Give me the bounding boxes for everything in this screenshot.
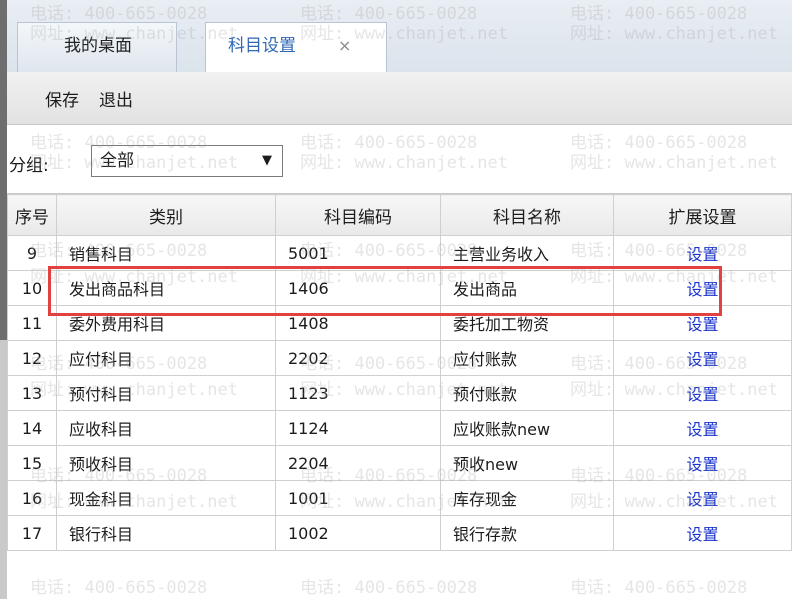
tab-my-desktop[interactable]: 我的桌面	[17, 22, 177, 72]
table-row[interactable]: 14 应收科目 1124 应收账款new 设置	[7, 410, 792, 446]
group-select[interactable]: 全部 ▼	[91, 145, 283, 177]
row-seq: 13	[7, 375, 57, 411]
row-code: 1002	[275, 515, 441, 551]
settings-link[interactable]: 设置	[686, 385, 718, 404]
app-window: 我的桌面 科目设置 × 保存 退出 分组: 全部 ▼ 序号 类别 科目编码 科目…	[0, 0, 792, 599]
row-name: 预付账款	[440, 375, 614, 411]
settings-link[interactable]: 设置	[686, 245, 718, 264]
settings-link[interactable]: 设置	[686, 525, 718, 544]
row-name: 委托加工物资	[440, 305, 614, 341]
table-row[interactable]: 10 发出商品科目 1406 发出商品 设置	[7, 270, 792, 306]
row-code: 1123	[275, 375, 441, 411]
row-seq: 12	[7, 340, 57, 376]
tab-account-settings-label: 科目设置	[228, 36, 296, 56]
row-code: 1408	[275, 305, 441, 341]
row-name: 发出商品	[440, 270, 614, 306]
watermark-phone: 电话: 400-665-0028	[300, 578, 478, 598]
row-category: 委外费用科目	[56, 305, 276, 341]
tab-bar: 我的桌面 科目设置 ×	[7, 0, 792, 72]
account-settings-table: 序号 类别 科目编码 科目名称 扩展设置 9 销售科目 5001 主营业务收入 …	[7, 194, 792, 551]
exit-button[interactable]: 退出	[99, 86, 133, 111]
row-seq: 14	[7, 410, 57, 446]
tab-my-desktop-label: 我的桌面	[64, 36, 132, 56]
row-extension: 设置	[613, 515, 792, 551]
header-extension: 扩展设置	[613, 194, 792, 236]
row-category: 应收科目	[56, 410, 276, 446]
table-row[interactable]: 13 预付科目 1123 预付账款 设置	[7, 375, 792, 411]
save-button[interactable]: 保存	[45, 86, 79, 111]
row-seq: 10	[7, 270, 57, 306]
row-category: 应付科目	[56, 340, 276, 376]
row-code: 2204	[275, 445, 441, 481]
row-code: 1406	[275, 270, 441, 306]
row-code: 5001	[275, 235, 441, 271]
table-row[interactable]: 9 销售科目 5001 主营业务收入 设置	[7, 235, 792, 271]
settings-link[interactable]: 设置	[686, 315, 718, 334]
toolbar: 保存 退出	[7, 72, 792, 125]
row-category: 现金科目	[56, 480, 276, 516]
row-extension: 设置	[613, 480, 792, 516]
tab-account-settings[interactable]: 科目设置 ×	[205, 22, 387, 72]
chevron-down-icon: ▼	[262, 153, 272, 168]
header-seq: 序号	[7, 194, 57, 236]
row-seq: 17	[7, 515, 57, 551]
row-code: 2202	[275, 340, 441, 376]
row-name: 主营业务收入	[440, 235, 614, 271]
table-row[interactable]: 12 应付科目 2202 应付账款 设置	[7, 340, 792, 376]
table-row[interactable]: 11 委外费用科目 1408 委托加工物资 设置	[7, 305, 792, 341]
row-code: 1001	[275, 480, 441, 516]
watermark-phone: 电话: 400-665-0028	[570, 578, 748, 598]
table-row[interactable]: 15 预收科目 2204 预收new 设置	[7, 445, 792, 481]
row-name: 库存现金	[440, 480, 614, 516]
row-seq: 11	[7, 305, 57, 341]
row-name: 应收账款new	[440, 410, 614, 446]
row-category: 销售科目	[56, 235, 276, 271]
header-code: 科目编码	[275, 194, 441, 236]
row-code: 1124	[275, 410, 441, 446]
settings-link[interactable]: 设置	[686, 280, 718, 299]
settings-link[interactable]: 设置	[686, 490, 718, 509]
row-category: 发出商品科目	[56, 270, 276, 306]
group-filter-row: 分组: 全部 ▼	[7, 125, 792, 194]
row-extension: 设置	[613, 305, 792, 341]
row-extension: 设置	[613, 340, 792, 376]
settings-link[interactable]: 设置	[686, 420, 718, 439]
close-icon[interactable]: ×	[338, 23, 351, 69]
group-select-value: 全部	[100, 151, 134, 171]
left-edge-bar-lower	[0, 340, 7, 599]
row-seq: 15	[7, 445, 57, 481]
header-name: 科目名称	[440, 194, 614, 236]
row-extension: 设置	[613, 410, 792, 446]
row-extension: 设置	[613, 270, 792, 306]
watermark-phone: 电话: 400-665-0028	[30, 578, 208, 598]
row-category: 预收科目	[56, 445, 276, 481]
settings-link[interactable]: 设置	[686, 455, 718, 474]
row-extension: 设置	[613, 445, 792, 481]
table-row[interactable]: 16 现金科目 1001 库存现金 设置	[7, 480, 792, 516]
group-label: 分组:	[9, 156, 49, 176]
row-category: 银行科目	[56, 515, 276, 551]
settings-link[interactable]: 设置	[686, 350, 718, 369]
row-seq: 9	[7, 235, 57, 271]
table-header-row: 序号 类别 科目编码 科目名称 扩展设置	[7, 194, 792, 236]
row-extension: 设置	[613, 375, 792, 411]
row-name: 预收new	[440, 445, 614, 481]
header-category: 类别	[56, 194, 276, 236]
row-extension: 设置	[613, 235, 792, 271]
left-edge-bar	[0, 0, 7, 340]
row-seq: 16	[7, 480, 57, 516]
table-row[interactable]: 17 银行科目 1002 银行存款 设置	[7, 515, 792, 551]
row-name: 应付账款	[440, 340, 614, 376]
row-name: 银行存款	[440, 515, 614, 551]
row-category: 预付科目	[56, 375, 276, 411]
